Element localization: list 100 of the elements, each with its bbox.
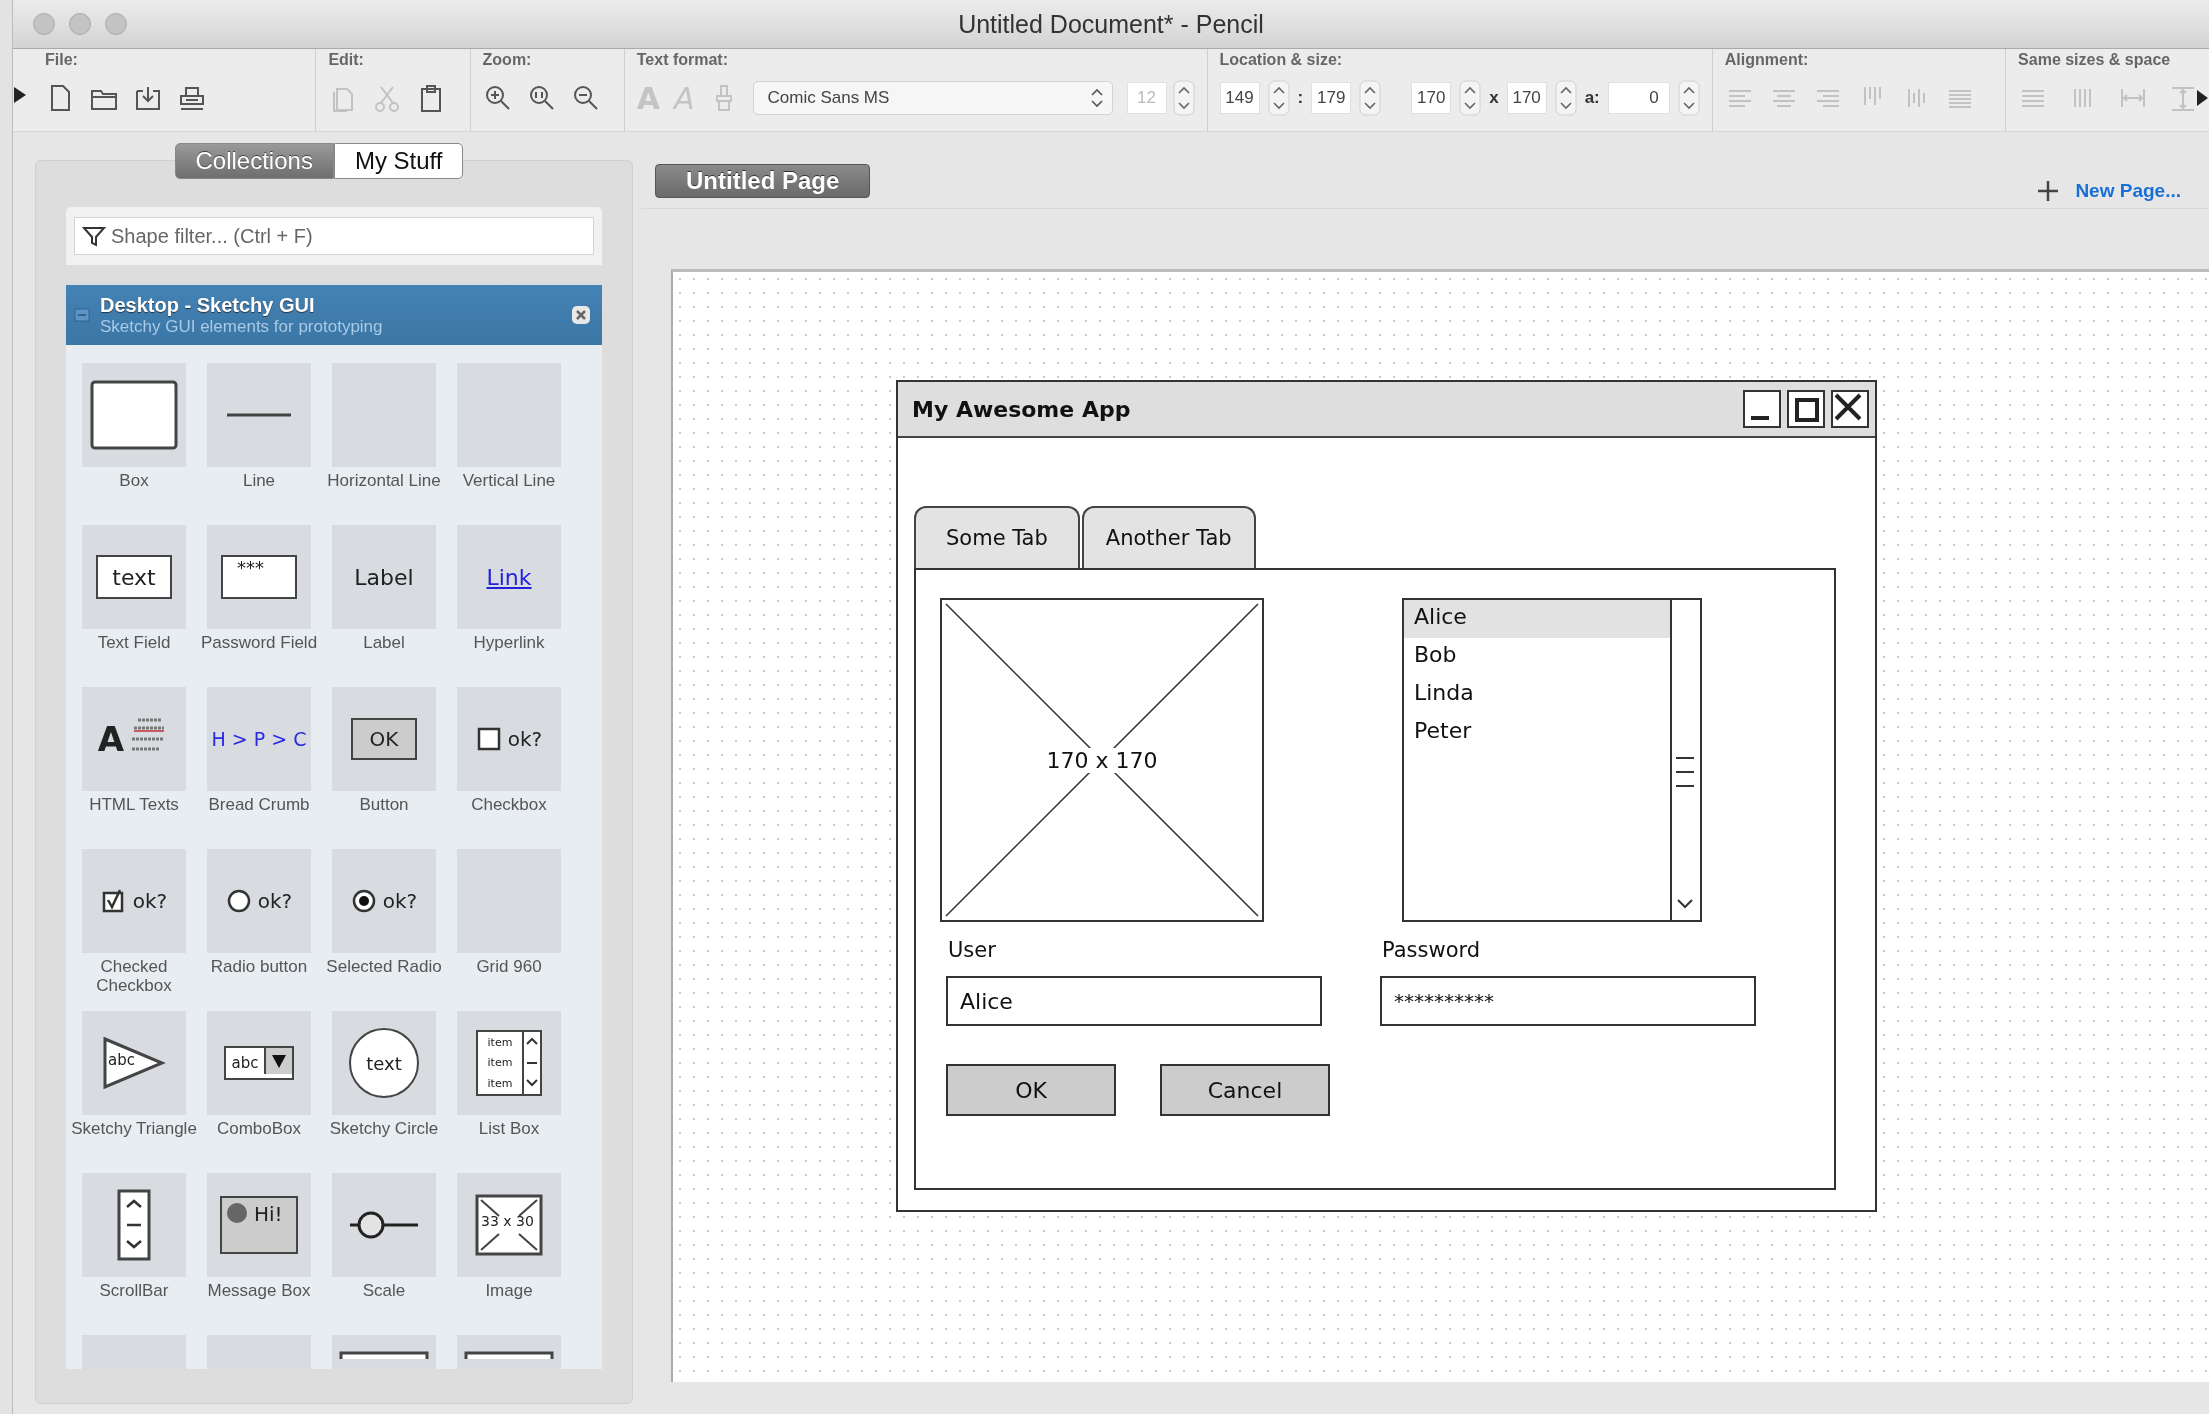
maximize-icon[interactable] [1787,390,1825,428]
preview-mark-icon [350,888,377,914]
list-item[interactable]: Alice [1404,600,1670,638]
shape-label: Label [362,633,406,652]
shape-tile[interactable]: OK [332,687,436,791]
list-item-text: item [487,1035,513,1049]
mockup-button[interactable]: OK [946,1064,1116,1116]
close-icon[interactable] [1831,390,1869,428]
shape-label: Vertical Line [461,471,557,490]
password-field[interactable]: ********** [1380,976,1756,1026]
number-field[interactable]: 170 [1506,82,1547,114]
shape-tile[interactable]: ok? [82,849,186,953]
list-item[interactable]: Bob [1404,638,1670,676]
triangle-preview-icon [102,1036,166,1090]
list-item-text: item [487,1077,513,1091]
shape-tile[interactable]: ok? [207,849,311,953]
collection-subtitle: Sketchy GUI elements for prototyping [100,316,384,337]
group-label: File: [45,51,79,70]
shape-tile[interactable]: item item item [457,1011,561,1115]
spinner-arrows-icon[interactable] [1677,80,1700,116]
shape-label: Sketchy Circle [328,1119,440,1138]
shape-label: Horizontal Line [326,471,442,490]
preview-text: ok? [132,889,168,913]
expand-arrow-icon[interactable] [13,86,27,104]
group-label: Edit: [328,51,365,70]
spinner-arrows-icon[interactable] [1359,80,1382,116]
spinner-arrows-icon[interactable] [1267,80,1290,116]
shape-label: ComboBox [215,1119,303,1138]
shape-tile[interactable]: ok? [332,849,436,953]
new-page-link[interactable]: New Page... [2075,180,2181,202]
spinner-arrows-icon[interactable] [1554,80,1577,116]
preview-mark-icon [225,888,252,914]
shape-label: Scale [361,1281,407,1300]
number-field[interactable]: 170 [1411,82,1452,114]
minimize-icon[interactable] [1743,390,1781,428]
overflow-arrow-icon[interactable] [2197,89,2209,107]
image-preview-icon [475,1194,543,1256]
shape-label: Radio button [209,957,309,976]
mockup-button[interactable]: Cancel [1160,1064,1330,1116]
field-separator: : [1297,88,1304,108]
shape-tile[interactable]: Label [332,525,436,629]
shape-filter-field[interactable]: Shape filter... (Ctrl + F) [74,217,594,255]
text-field[interactable]: Alice [946,976,1322,1026]
number-field[interactable]: 149 [1219,82,1260,114]
link-preview: Link [486,564,532,590]
shape-label: Checkbox [470,795,548,814]
shape-tile[interactable] [82,363,186,467]
add-icon[interactable] [2037,180,2060,202]
scale-preview-icon [349,1210,419,1240]
number-field[interactable]: 179 [1311,82,1352,114]
window-title: Untitled Document* - Pencil [958,9,1264,38]
list-box[interactable]: Alice Bob Linda Peter [1402,598,1702,922]
label-preview: Label [354,564,414,590]
group-label: Location & size: [1219,51,1344,70]
shape-tile[interactable]: abc [207,1011,311,1115]
sidebar-tab[interactable]: My Stuff [333,143,464,179]
shape-tile[interactable]: Link [457,525,561,629]
box-preview-icon [464,1349,554,1359]
circle-preview: text [349,1028,419,1098]
shape-tile[interactable]: ok? [457,687,561,791]
field-label: User [947,938,997,962]
group-label: Zoom: [482,51,533,70]
shape-tile[interactable]: 33 x 30 [457,1173,561,1277]
box-preview-icon [339,1349,429,1359]
shape-tile[interactable]: *** [207,525,311,629]
shape-label: Grid 960 [475,957,543,976]
preview-text: A [97,719,125,759]
mockup-window[interactable]: My Awesome App Some Tab Another Tab 170 x 170 Alice Bob Linda Peter User Alice Password ********** OK Cancel [896,380,1877,1212]
page-tab[interactable]: Untitled Page [655,164,871,198]
shape-label: Hyperlink [472,633,546,652]
shape-tile[interactable]: Hi! [207,1173,311,1277]
group-label: Text format: [636,51,729,70]
shape-label: ScrollBar [98,1281,170,1300]
shape-tile[interactable] [82,1173,186,1277]
number-field[interactable]: 0 [1607,82,1670,114]
preview-text: ok? [507,727,543,751]
shape-label: Password Field [199,633,319,652]
shape-tile[interactable]: H > P > C [207,687,311,791]
list-item[interactable]: Peter [1404,714,1670,752]
shape-label: Message Box [206,1281,312,1300]
shape-label: List Box [477,1119,541,1138]
mockup-tab[interactable]: Some Tab [914,506,1080,568]
shape-label: Text Field [96,633,172,652]
shape-tile[interactable]: abc [82,1011,186,1115]
list-item[interactable]: Linda [1404,676,1670,714]
sidebar-tab[interactable]: Collections [174,143,334,179]
preview-text: abc [108,1051,135,1069]
preview-text: abc [230,1053,260,1074]
mockup-tab[interactable]: Another Tab [1081,506,1256,568]
preview-text: 33 x 30 [481,1213,534,1229]
list-item-text: item [487,1056,513,1070]
collection-title: Desktop - Sketchy GUI [100,293,316,317]
shape-tile[interactable] [332,1173,436,1277]
spinner-arrows-icon[interactable] [1459,80,1482,116]
shape-tile[interactable]: A [82,687,186,791]
shape-tile[interactable]: text [332,1011,436,1115]
text-field-preview: text [96,555,172,599]
shape-tile[interactable]: text [82,525,186,629]
shape-tile[interactable] [207,363,311,467]
preview-text: ok? [382,889,418,913]
